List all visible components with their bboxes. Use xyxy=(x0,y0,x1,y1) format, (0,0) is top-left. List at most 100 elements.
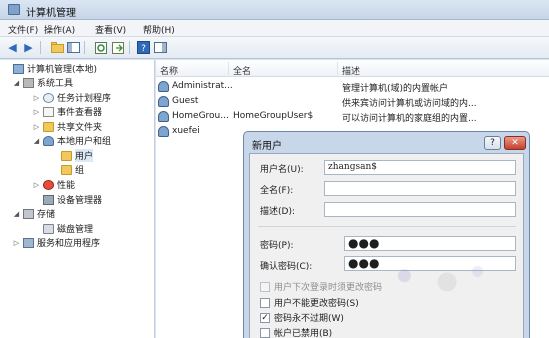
tree-item-performance[interactable]: ▷ 性能 xyxy=(32,178,75,191)
new-user-dialog: 新用户 ? ✕ 用户名(U): zhangsan$ 全名(F): 描述(D): … xyxy=(243,131,530,338)
list-header: 名称 全名 描述 xyxy=(156,60,549,77)
menu-action[interactable]: 操作(A) xyxy=(44,23,75,36)
username-label: 用户名(U): xyxy=(260,165,304,175)
description-label: 描述(D): xyxy=(260,207,295,217)
refresh-icon[interactable] xyxy=(94,40,109,55)
folder-icon xyxy=(43,121,54,132)
disk-icon xyxy=(43,223,54,234)
toolbar-separator xyxy=(84,41,85,54)
window-titlebar: 计算机管理 xyxy=(0,0,549,20)
tree-item-label: 本地用户和组 xyxy=(57,137,112,147)
checkbox-box[interactable] xyxy=(260,297,270,308)
menu-file[interactable]: 文件(F) xyxy=(8,23,38,36)
user-name: Guest xyxy=(172,96,199,106)
password-field[interactable]: ●●● xyxy=(344,236,516,251)
description-field[interactable] xyxy=(324,202,516,217)
column-header-name[interactable]: 名称 xyxy=(160,64,178,77)
expand-arrow-icon[interactable]: ▷ xyxy=(32,108,41,116)
log-icon xyxy=(43,106,54,117)
tree-item-disk-management[interactable]: 磁盘管理 xyxy=(32,222,93,235)
tree-item-event-viewer[interactable]: ▷ 事件查看器 xyxy=(32,105,102,118)
services-icon xyxy=(23,237,34,248)
expand-arrow-icon[interactable]: ▷ xyxy=(32,94,41,102)
dialog-body: 用户名(U): zhangsan$ 全名(F): 描述(D): 密码(P): ●… xyxy=(249,153,524,338)
column-header-description[interactable]: 描述 xyxy=(342,64,360,77)
user-name: xuefei xyxy=(172,126,200,136)
password-label: 密码(P): xyxy=(260,241,294,251)
tree-item-label: 计算机管理(本地) xyxy=(27,65,98,75)
show-action-pane-icon[interactable] xyxy=(153,40,168,55)
column-divider[interactable] xyxy=(228,62,229,75)
username-field[interactable]: zhangsan$ xyxy=(324,160,516,175)
checkbox-box[interactable] xyxy=(260,281,270,292)
tree-item-local-users-groups[interactable]: ◢ 本地用户和组 xyxy=(32,134,111,147)
collapse-arrow-icon[interactable]: ◢ xyxy=(12,79,21,87)
storage-icon xyxy=(23,208,34,219)
tree-item-label: 事件查看器 xyxy=(57,108,103,118)
toolbar-separator xyxy=(129,41,130,54)
tree-item-shared-folders[interactable]: ▷ 共享文件夹 xyxy=(32,120,102,133)
close-button[interactable]: ✕ xyxy=(504,136,526,150)
show-hide-tree-icon[interactable] xyxy=(66,40,81,55)
svg-text:?: ? xyxy=(141,44,146,54)
column-divider[interactable] xyxy=(337,62,338,75)
user-description: 可以访问计算机的家庭组的内置... xyxy=(342,114,477,124)
user-description: 供来宾访问计算机或访问域的内... xyxy=(342,99,477,109)
list-item[interactable]: Administrat... 管理计算机(域)的内置帐户 xyxy=(156,79,549,94)
toolbar: ◀ ▶ ? xyxy=(0,37,549,59)
menu-bar: 文件(F) 操作(A) 查看(V) 帮助(H) xyxy=(0,20,549,37)
collapse-arrow-icon[interactable]: ◢ xyxy=(32,137,41,145)
tree-item-users[interactable]: 用户 xyxy=(50,149,94,162)
tree-item-groups[interactable]: 组 xyxy=(50,163,84,176)
device-icon xyxy=(43,194,54,205)
tree-item-label: 设备管理器 xyxy=(57,196,103,206)
user-name: HomeGrou... xyxy=(172,111,229,121)
list-item[interactable]: Guest 供来宾访问计算机或访问域的内... xyxy=(156,94,549,109)
checkbox-box[interactable] xyxy=(260,327,270,338)
checkbox-label: 用户下次登录时须更改密码 xyxy=(274,283,383,293)
collapse-arrow-icon[interactable]: ◢ xyxy=(12,210,21,218)
expand-arrow-icon[interactable]: ▷ xyxy=(32,181,41,189)
clock-icon xyxy=(43,92,54,103)
tree-item-label: 性能 xyxy=(57,181,76,191)
password-never-expires-checkbox[interactable]: ✓ 密码永不过期(W) xyxy=(260,311,344,324)
window-title: 计算机管理 xyxy=(26,8,76,19)
up-folder-icon[interactable] xyxy=(50,40,65,55)
checkbox-label: 帐户已禁用(B) xyxy=(274,329,333,338)
tree-item-services-applications[interactable]: ▷ 服务和应用程序 xyxy=(12,236,100,249)
fullname-label: 全名(F): xyxy=(260,186,294,196)
expand-arrow-icon[interactable]: ▷ xyxy=(12,239,21,247)
forward-icon[interactable]: ▶ xyxy=(21,40,36,55)
back-icon[interactable]: ◀ xyxy=(5,40,20,55)
folder-icon xyxy=(61,150,72,161)
folder-icon xyxy=(61,164,72,175)
watermark-overlay xyxy=(380,261,502,303)
checkbox-label: 密码永不过期(W) xyxy=(274,314,344,324)
confirm-password-label: 确认密码(C): xyxy=(260,262,313,272)
tree-item-device-manager[interactable]: 设备管理器 xyxy=(32,193,102,206)
export-list-icon[interactable] xyxy=(111,40,126,55)
list-item[interactable]: HomeGrou... HomeGroupUser$ 可以访问计算机的家庭组的内… xyxy=(156,109,549,124)
tree-item-storage[interactable]: ◢ 存储 xyxy=(12,207,55,220)
tree-item-computer-management[interactable]: 计算机管理(本地) xyxy=(2,62,97,75)
must-change-password-checkbox[interactable]: 用户下次登录时须更改密码 xyxy=(260,280,382,293)
tree-item-system-tools[interactable]: ◢ 系统工具 xyxy=(12,76,73,89)
account-disabled-checkbox[interactable]: 帐户已禁用(B) xyxy=(260,326,332,338)
help-button[interactable]: ? xyxy=(484,136,501,150)
tree-item-label: 系统工具 xyxy=(37,79,74,89)
user-full-name: HomeGroupUser$ xyxy=(233,111,314,121)
cannot-change-password-checkbox[interactable]: 用户不能更改密码(S) xyxy=(260,296,359,309)
user-icon xyxy=(158,126,169,137)
menu-help[interactable]: 帮助(H) xyxy=(143,23,175,36)
users-icon xyxy=(43,135,54,146)
expand-arrow-icon[interactable]: ▷ xyxy=(32,123,41,131)
tree-item-label: 共享文件夹 xyxy=(57,123,103,133)
column-header-full-name[interactable]: 全名 xyxy=(233,64,251,77)
tree-item-label: 组 xyxy=(75,166,85,176)
tree-item-task-scheduler[interactable]: ▷ 任务计划程序 xyxy=(32,91,111,104)
checkmark-icon[interactable]: ✓ xyxy=(260,312,270,323)
help-icon[interactable]: ? xyxy=(136,40,151,55)
tree-item-label: 任务计划程序 xyxy=(57,94,112,104)
menu-view[interactable]: 查看(V) xyxy=(95,23,126,36)
fullname-field[interactable] xyxy=(324,181,516,196)
